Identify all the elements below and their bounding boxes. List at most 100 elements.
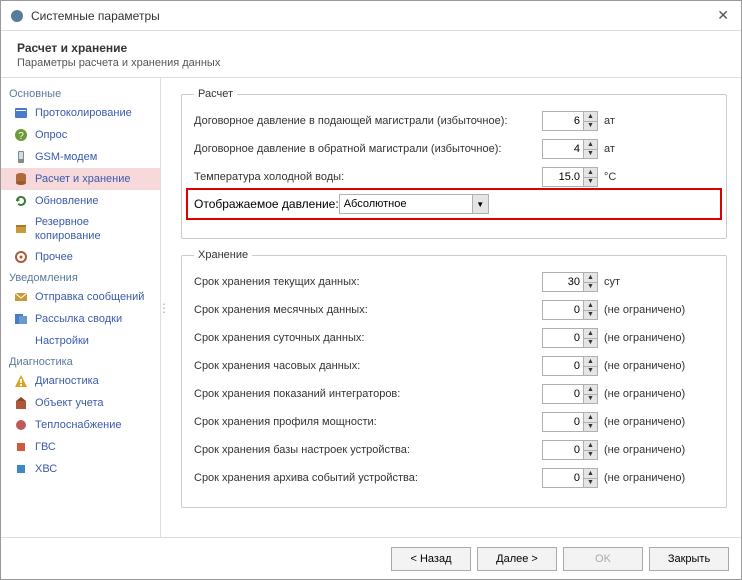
spinner-up-icon[interactable]: ▲ <box>584 357 597 367</box>
storage-7-input[interactable] <box>543 469 583 487</box>
sidebar-item-label: Рассылка сводки <box>35 312 122 326</box>
mail-icon <box>13 289 29 305</box>
back-button[interactable]: < Назад <box>391 547 471 571</box>
storage-3-input[interactable] <box>543 357 583 375</box>
spinner-up-icon[interactable]: ▲ <box>584 329 597 339</box>
calc-0-spinner[interactable]: ▲▼ <box>542 111 598 131</box>
sidebar-item-label: ХВС <box>35 462 57 476</box>
content: Расчет Договорное давление в подающей ма… <box>167 78 741 537</box>
sidebar-item-label: Обновление <box>35 194 99 208</box>
sidebar-item[interactable]: Рассылка сводки <box>1 308 160 330</box>
close-button[interactable]: Закрыть <box>649 547 729 571</box>
spinner-down-icon[interactable]: ▼ <box>584 451 597 460</box>
calc-0-input[interactable] <box>543 112 583 130</box>
next-button[interactable]: Далее > <box>477 547 557 571</box>
storage-0-label: Срок хранения текущих данных: <box>194 276 542 288</box>
spinner-up-icon[interactable]: ▲ <box>584 301 597 311</box>
calc-0-unit: ат <box>604 115 714 127</box>
body: ОсновныеПротоколирование?ОпросGSM-модемР… <box>1 78 741 537</box>
calc-2-spinner[interactable]: ▲▼ <box>542 167 598 187</box>
storage-5-label: Срок хранения профиля мощности: <box>194 416 542 428</box>
close-icon[interactable]: ✕ <box>713 7 733 24</box>
storage-3-spinner[interactable]: ▲▼ <box>542 356 598 376</box>
sidebar-item[interactable]: GSM-модем <box>1 146 160 168</box>
storage-4-unit: (не ограничено) <box>604 388 714 400</box>
sidebar-item[interactable]: Отправка сообщений <box>1 286 160 308</box>
sidebar-item[interactable]: ГВС <box>1 436 160 458</box>
storage-1-input[interactable] <box>543 301 583 319</box>
sidebar-item-label: Протоколирование <box>35 106 132 120</box>
calc-1-row: Договорное давление в обратной магистрал… <box>194 138 714 160</box>
sidebar-item[interactable]: Диагностика <box>1 370 160 392</box>
spinner-down-icon[interactable]: ▼ <box>584 395 597 404</box>
spinner-down-icon[interactable]: ▼ <box>584 150 597 159</box>
spinner-up-icon[interactable]: ▲ <box>584 273 597 283</box>
calc-2-row: Температура холодной воды:▲▼°C <box>194 166 714 188</box>
storage-7-row: Срок хранения архива событий устройства:… <box>194 467 714 489</box>
calc-1-input[interactable] <box>543 140 583 158</box>
spinner-up-icon[interactable]: ▲ <box>584 168 597 178</box>
storage-0-spinner[interactable]: ▲▼ <box>542 272 598 292</box>
ask-icon: ? <box>13 127 29 143</box>
displayed-pressure-combo[interactable]: Абсолютное ▼ <box>339 194 489 214</box>
spinner-up-icon[interactable]: ▲ <box>584 469 597 479</box>
chevron-down-icon[interactable]: ▼ <box>472 195 488 213</box>
storage-4-row: Срок хранения показаний интеграторов:▲▼(… <box>194 383 714 405</box>
none-icon <box>13 333 29 349</box>
storage-5-spinner[interactable]: ▲▼ <box>542 412 598 432</box>
sidebar-group-label: Основные <box>1 84 160 102</box>
svg-text:?: ? <box>18 131 24 142</box>
storage-6-spinner[interactable]: ▲▼ <box>542 440 598 460</box>
sidebar-item[interactable]: Резервное копирование <box>1 212 160 246</box>
storage-3-row: Срок хранения часовых данных:▲▼(не огран… <box>194 355 714 377</box>
spinner-down-icon[interactable]: ▼ <box>584 283 597 292</box>
spinner-up-icon[interactable]: ▲ <box>584 413 597 423</box>
storage-2-unit: (не ограничено) <box>604 332 714 344</box>
spinner-down-icon[interactable]: ▼ <box>584 122 597 131</box>
sidebar-item[interactable]: ХВС <box>1 458 160 480</box>
page-subtitle: Параметры расчета и хранения данных <box>17 57 725 69</box>
sidebar-item[interactable]: Протоколирование <box>1 102 160 124</box>
spinner-down-icon[interactable]: ▼ <box>584 479 597 488</box>
sidebar-item-label: Настройки <box>35 334 89 348</box>
sidebar-item[interactable]: Объект учета <box>1 392 160 414</box>
storage-7-label: Срок хранения архива событий устройства: <box>194 472 542 484</box>
storage-2-input[interactable] <box>543 329 583 347</box>
spinner-up-icon[interactable]: ▲ <box>584 140 597 150</box>
sidebar-item[interactable]: Прочее <box>1 246 160 268</box>
storage-2-label: Срок хранения суточных данных: <box>194 332 542 344</box>
spinner-down-icon[interactable]: ▼ <box>584 423 597 432</box>
spinner-down-icon[interactable]: ▼ <box>584 311 597 320</box>
storage-5-input[interactable] <box>543 413 583 431</box>
hvs-icon <box>13 461 29 477</box>
spinner-up-icon[interactable]: ▲ <box>584 112 597 122</box>
ok-button[interactable]: OK <box>563 547 643 571</box>
sidebar-item[interactable]: ?Опрос <box>1 124 160 146</box>
window-title: Системные параметры <box>31 9 713 23</box>
storage-group: Хранение Срок хранения текущих данных:▲▼… <box>181 249 727 508</box>
gsm-icon <box>13 149 29 165</box>
sidebar-item-label: Теплоснабжение <box>35 418 122 432</box>
sidebar-item[interactable]: Расчет и хранение <box>1 168 160 190</box>
calc-2-input[interactable] <box>543 168 583 186</box>
calc-group: Расчет Договорное давление в подающей ма… <box>181 88 727 239</box>
spinner-down-icon[interactable]: ▼ <box>584 178 597 187</box>
displayed-pressure-value: Абсолютное <box>340 198 472 210</box>
spinner-down-icon[interactable]: ▼ <box>584 367 597 376</box>
sidebar-item[interactable]: Теплоснабжение <box>1 414 160 436</box>
storage-3-unit: (не ограничено) <box>604 360 714 372</box>
storage-4-spinner[interactable]: ▲▼ <box>542 384 598 404</box>
spinner-up-icon[interactable]: ▲ <box>584 385 597 395</box>
calc-1-spinner[interactable]: ▲▼ <box>542 139 598 159</box>
storage-6-input[interactable] <box>543 441 583 459</box>
gvs-icon <box>13 439 29 455</box>
storage-7-spinner[interactable]: ▲▼ <box>542 468 598 488</box>
storage-2-spinner[interactable]: ▲▼ <box>542 328 598 348</box>
storage-0-input[interactable] <box>543 273 583 291</box>
spinner-up-icon[interactable]: ▲ <box>584 441 597 451</box>
spinner-down-icon[interactable]: ▼ <box>584 339 597 348</box>
sidebar-item[interactable]: Обновление <box>1 190 160 212</box>
storage-1-spinner[interactable]: ▲▼ <box>542 300 598 320</box>
storage-4-input[interactable] <box>543 385 583 403</box>
sidebar-item[interactable]: Настройки <box>1 330 160 352</box>
